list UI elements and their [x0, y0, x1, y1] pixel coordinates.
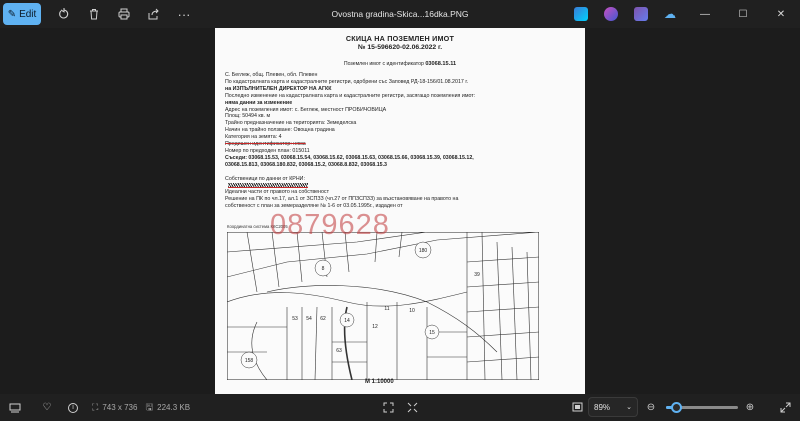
doc-line: Номер по предходен план: 015011 [225, 147, 310, 154]
parcel-label: 62 [320, 316, 326, 322]
file-size-value: 224.3 KB [157, 403, 191, 412]
video-editor-app-icon[interactable] [634, 7, 648, 21]
identifier-line: Поземлен имот с идентификатор 03068.15.1… [215, 61, 585, 67]
parcel-label: 8 [322, 266, 325, 272]
doc-line: на ИЗПЪЛНИТЕЛЕН ДИРЕКТОР НА АГКК [225, 85, 332, 92]
zoom-in-button[interactable]: ⊕ [739, 396, 761, 418]
parcel-label: 54 [306, 316, 312, 322]
clipchamp-app-icon[interactable] [604, 7, 618, 21]
share-icon [148, 8, 159, 20]
doc-line: Начин на трайно ползване: Овощна градина [225, 127, 335, 134]
status-bar: ♡ i ⛶ 743 x 736 🖫 224.3 KB 89% ⌄ ⊖ ⊕ [0, 394, 800, 421]
fullscreen-icon [780, 402, 790, 412]
pen-icon: ✎ [7, 8, 17, 20]
parcel-label: 10 [409, 308, 415, 314]
filmstrip-icon [9, 403, 21, 412]
parcel-label: 53 [292, 316, 298, 322]
doc-line [225, 169, 580, 176]
delete-icon [90, 9, 98, 20]
expand-icon [407, 402, 417, 412]
more-icon: ··· [177, 6, 191, 22]
parcel-label: 12 [372, 324, 378, 330]
minimize-button[interactable]: — [686, 0, 724, 28]
cadastral-sketch-image: СКИЦА НА ПОЗЕМЛЕН ИМОТ № 15-596620-02.06… [215, 28, 585, 394]
doc-line: Съседи: 03068.15.53, 03068.15.54, 03068.… [225, 154, 474, 161]
phone-watermark: 0879628 [270, 209, 390, 241]
parcel-label: 63 [336, 348, 342, 354]
zoom-out-icon: ⊖ [646, 401, 656, 413]
parcel-label: 15 [429, 330, 435, 336]
print-icon [118, 8, 130, 20]
maximize-button[interactable]: ☐ [724, 0, 762, 28]
zoom-dropdown[interactable]: 89% ⌄ [588, 397, 638, 417]
doc-line: Идеални части от правото на собственост [225, 189, 329, 196]
doc-line: Адрес на поземления имот: с. Беглеж, мес… [225, 106, 387, 113]
doc-line: Собственици по данни от КРНИ: [225, 175, 305, 182]
doc-line: Решение на ПК по чл.17, ал.1 от ЗСПЗЗ (ч… [225, 196, 459, 203]
file-info-button[interactable]: i [62, 397, 84, 419]
parcel-label: 14 [344, 318, 350, 324]
zoom-out-button[interactable]: ⊖ [640, 396, 662, 418]
doc-line: Предишен идентификатор: няма [225, 141, 306, 148]
favorite-button[interactable]: ♡ [36, 397, 58, 419]
parcel-label: 158 [245, 358, 254, 364]
fit-screen-icon [383, 402, 393, 412]
toolbar: ✎ Edit ··· [0, 3, 197, 25]
dimensions-value: 743 x 736 [102, 403, 138, 412]
edit-label: Edit [19, 8, 37, 20]
doc-line: 03068.15.813, 03068.180.832, 03068.15.2,… [225, 161, 388, 168]
cadastral-map: 180 8 14 15 11 10 12 158 53 54 62 63 39 [227, 232, 539, 380]
actual-size-button[interactable] [401, 396, 423, 418]
parcel-label: 180 [419, 248, 428, 254]
dimensions-icon: ⛶ [92, 402, 99, 412]
photos-app-window: ✎ Edit ··· Ovostna gradina-Skica...16dka… [0, 0, 800, 421]
redacted-owner-line [225, 182, 580, 189]
image-canvas[interactable]: СКИЦА НА ПОЗЕМЛЕН ИМОТ № 15-596620-02.06… [0, 28, 800, 394]
document-number: № 15-596620-02.06.2022 г. [357, 44, 443, 51]
onedrive-icon[interactable]: ☁ [664, 7, 678, 21]
chevron-down-icon: ⌄ [626, 404, 632, 411]
map-scale: М 1:10000 [365, 379, 394, 385]
file-size: 🖫 224.3 KB [145, 400, 190, 416]
doc-line: Категория на земята: 4 [225, 134, 282, 141]
fit-window-button[interactable] [566, 396, 588, 418]
designer-app-icon[interactable] [574, 7, 588, 21]
doc-line: няма данни за изменение [225, 99, 293, 106]
share-button[interactable] [141, 3, 167, 25]
parcel-label: 39 [474, 272, 480, 278]
title-bar: ✎ Edit ··· Ovostna gradina-Skica...16dka… [0, 0, 800, 28]
fullscreen-button[interactable] [774, 396, 796, 418]
fit-window-icon [572, 402, 582, 412]
delete-button[interactable] [81, 3, 107, 25]
image-dimensions: ⛶ 743 x 736 [92, 402, 137, 413]
more-options-button[interactable]: ··· [171, 3, 197, 25]
identifier-value: 03068.15.11 [425, 61, 457, 67]
edit-button[interactable]: ✎ Edit [3, 3, 41, 25]
parcel-label: 11 [384, 306, 389, 312]
document-heading: СКИЦА НА ПОЗЕМЛЕН ИМОТ [345, 34, 455, 43]
rotate-icon [59, 8, 69, 19]
zoom-slider-thumb[interactable] [671, 402, 682, 413]
filmstrip-button[interactable] [4, 397, 26, 419]
zoom-slider[interactable] [666, 402, 738, 413]
redaction-scribble [228, 182, 308, 188]
identifier-prefix: Поземлен имот с идентификатор [343, 61, 424, 67]
doc-line: С. Беглеж, общ. Плевен, обл. Плевен [225, 72, 318, 78]
zoom-in-icon: ⊕ [745, 401, 755, 413]
doc-line: По кадастралната карта и кадастралните р… [225, 78, 469, 85]
window-controls: ☁ — ☐ ✕ [566, 0, 800, 28]
crop-button[interactable] [377, 396, 399, 418]
print-button[interactable] [111, 3, 137, 25]
rotate-button[interactable] [51, 3, 77, 25]
info-icon: i [68, 402, 78, 413]
document-body: С. Беглеж, общ. Плевен, обл. Плевен По к… [225, 72, 580, 210]
zoom-value: 89% [594, 402, 611, 412]
heart-icon: ♡ [42, 402, 52, 413]
close-button[interactable]: ✕ [762, 0, 800, 28]
doc-line: Последно изменение на кадастралната карт… [225, 92, 476, 99]
file-size-icon: 🖫 [145, 401, 154, 412]
